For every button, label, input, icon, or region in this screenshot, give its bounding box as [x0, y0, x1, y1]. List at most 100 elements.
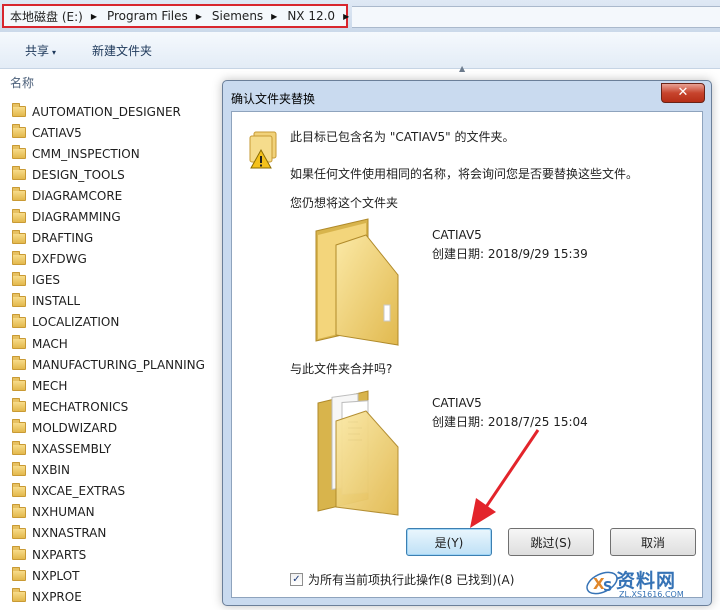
file-list-item[interactable]: INSTALL [12, 291, 205, 312]
file-list-item[interactable]: NXCAE_EXTRAS [12, 481, 205, 502]
cancel-button[interactable]: 取消 [610, 528, 696, 556]
folder-icon [12, 546, 26, 561]
file-list-item[interactable]: NXHUMAN [12, 502, 205, 523]
file-list-item[interactable]: DXFDWG [12, 249, 205, 270]
file-name: MANUFACTURING_PLANNING [32, 357, 205, 372]
folder-icon [12, 124, 26, 139]
folder-icon [12, 398, 26, 413]
file-name: NXCAE_EXTRAS [32, 484, 126, 499]
file-list-item[interactable]: MECH [12, 375, 205, 396]
folder-icon [12, 482, 26, 497]
name-column-header[interactable]: 名称 [10, 74, 34, 91]
file-name: NXPROE [32, 589, 82, 604]
file-list-item[interactable]: MANUFACTURING_PLANNING [12, 354, 205, 375]
file-list-item[interactable]: AUTOMATION_DESIGNER [12, 101, 205, 122]
annotation-arrow-icon [470, 429, 540, 528]
folder-icon [12, 271, 26, 286]
address-input-area[interactable] [352, 6, 720, 28]
file-name: NXPARTS [32, 547, 87, 562]
file-list-item[interactable]: CATIAV5 [12, 122, 205, 143]
file-list: AUTOMATION_DESIGNER CATIAV5 CMM_INSPECTION… [12, 101, 205, 607]
source-folder-icon[interactable] [306, 217, 406, 347]
file-name: DIAGRAMCORE [32, 188, 123, 203]
folder-icon [12, 440, 26, 455]
file-list-item[interactable]: MECHATRONICS [12, 396, 205, 417]
file-list-item[interactable]: DESIGN_TOOLS [12, 164, 205, 185]
breadcrumb-drive[interactable]: 本地磁盘 (E:) [8, 8, 85, 25]
apply-all-checkbox[interactable]: ✓ [290, 573, 303, 586]
breadcrumb-separator-icon[interactable]: ▶ [343, 12, 349, 21]
breadcrumb-separator-icon[interactable]: ▶ [91, 12, 97, 21]
file-name: DRAFTING [32, 231, 94, 246]
folder-icon [12, 503, 26, 518]
file-list-item[interactable]: CMM_INSPECTION [12, 143, 205, 164]
apply-all-row: ✓ 为所有当前项执行此操作(8 已找到)(A) [290, 571, 514, 588]
source-folder-info: CATIAV5 创建日期: 2018/9/29 15:39 [432, 226, 588, 264]
file-name: MOLDWIZARD [32, 420, 118, 435]
address-bar: 本地磁盘 (E:) ▶ Program Files ▶ Siemens ▶ NX… [0, 0, 720, 32]
folder-icon [12, 461, 26, 476]
file-list-item[interactable]: NXPLOT [12, 565, 205, 586]
file-name: DESIGN_TOOLS [32, 167, 125, 182]
file-name: DXFDWG [32, 252, 87, 267]
folder-icon [12, 229, 26, 244]
folder-icon [12, 103, 26, 118]
target-folder-name: CATIAV5 [432, 396, 482, 410]
file-list-item[interactable]: DIAGRAMMING [12, 206, 205, 227]
apply-all-label[interactable]: 为所有当前项执行此操作(8 已找到)(A) [308, 571, 514, 588]
file-list-item[interactable]: MACH [12, 333, 205, 354]
breadcrumb-separator-icon[interactable]: ▶ [271, 12, 277, 21]
file-name: CMM_INSPECTION [32, 146, 140, 161]
file-list-item[interactable]: IGES [12, 270, 205, 291]
folder-icon [12, 250, 26, 265]
folder-icon [12, 567, 26, 582]
file-list-item[interactable]: DIAGRAMCORE [12, 185, 205, 206]
file-name: NXHUMAN [32, 505, 95, 520]
folder-icon [12, 588, 26, 603]
file-name: MECH [32, 378, 68, 393]
svg-text:S: S [603, 580, 612, 595]
file-list-item[interactable]: DRAFTING [12, 228, 205, 249]
sort-up-icon: ▲ [459, 64, 466, 73]
dialog-title: 确认文件夹替换 [231, 92, 316, 106]
breadcrumb-nx12[interactable]: NX 12.0 [285, 9, 337, 23]
file-list-item[interactable]: NXNASTRAN [12, 523, 205, 544]
folder-icon [12, 524, 26, 539]
folder-icon [12, 292, 26, 307]
file-list-item[interactable]: MOLDWIZARD [12, 417, 205, 438]
file-name: MACH [32, 336, 68, 351]
folder-icon [12, 208, 26, 223]
chevron-down-icon: ▾ [52, 48, 57, 57]
message-contains: 此目标已包含名为 "CATIAV5" 的文件夹。 [290, 130, 515, 144]
share-label: 共享 [25, 44, 50, 58]
new-folder-button[interactable]: 新建文件夹 [92, 42, 152, 59]
file-name: NXASSEMBLY [32, 442, 112, 457]
breadcrumb[interactable]: 本地磁盘 (E:) ▶ Program Files ▶ Siemens ▶ NX… [2, 4, 349, 28]
file-name: NXNASTRAN [32, 526, 107, 541]
breadcrumb-program-files[interactable]: Program Files [105, 9, 190, 23]
folder-icon [12, 419, 26, 434]
folder-icon [12, 377, 26, 392]
file-name: AUTOMATION_DESIGNER [32, 104, 181, 119]
folder-warning-icon [249, 131, 277, 169]
breadcrumb-separator-icon[interactable]: ▶ [196, 12, 202, 21]
share-button[interactable]: 共享 ▾ [25, 42, 56, 59]
breadcrumb-siemens[interactable]: Siemens [210, 9, 265, 23]
source-folder-name: CATIAV5 [432, 228, 482, 242]
file-name: NXPLOT [32, 568, 80, 583]
file-list-item[interactable]: NXASSEMBLY [12, 439, 205, 460]
close-button[interactable]: ✕ [661, 83, 705, 103]
file-list-item[interactable]: LOCALIZATION [12, 312, 205, 333]
file-name: IGES [32, 273, 61, 288]
source-folder-date: 创建日期: 2018/9/29 15:39 [432, 247, 588, 261]
file-name: MECHATRONICS [32, 399, 129, 414]
folder-icon [12, 145, 26, 160]
file-list-item[interactable]: NXPROE [12, 586, 205, 607]
target-folder-icon[interactable] [306, 387, 406, 517]
message-question: 您仍想将这个文件夹 [290, 196, 399, 210]
file-name: INSTALL [32, 294, 81, 309]
folder-icon [12, 166, 26, 181]
file-list-item[interactable]: NXPARTS [12, 544, 205, 565]
xs-logo-icon: X S [586, 571, 618, 595]
file-list-item[interactable]: NXBIN [12, 460, 205, 481]
